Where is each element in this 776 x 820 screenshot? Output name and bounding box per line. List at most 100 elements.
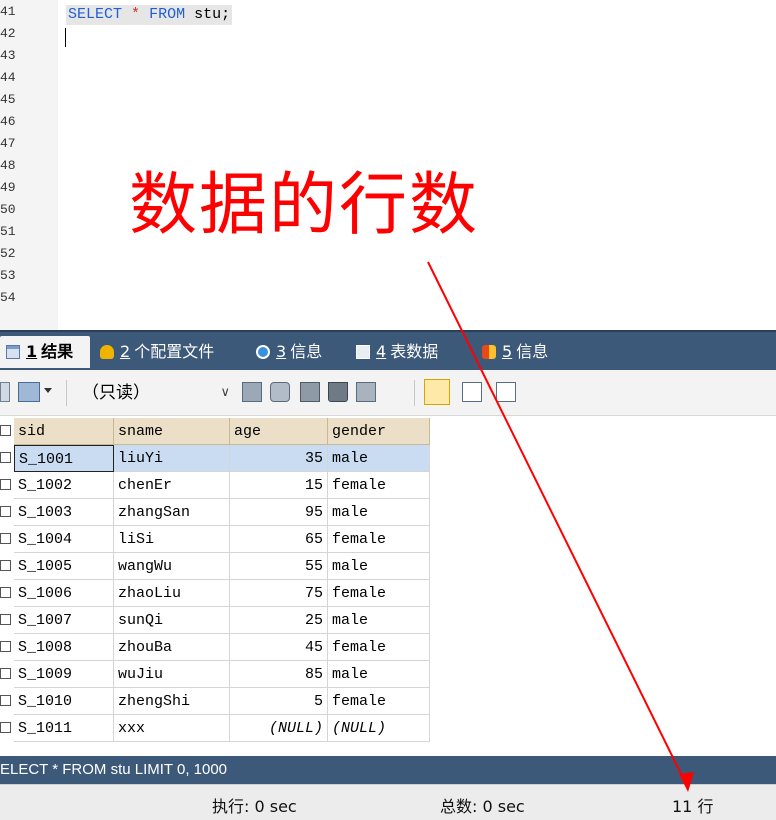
table-cell-sid[interactable]: S_1005 bbox=[14, 553, 114, 580]
table-cell-sname[interactable]: zhouBa bbox=[114, 634, 230, 661]
table-cell-age[interactable]: 55 bbox=[230, 553, 328, 580]
table-cell-age[interactable]: 5 bbox=[230, 688, 328, 715]
column-header[interactable]: age bbox=[230, 418, 328, 445]
save-icon[interactable] bbox=[300, 382, 320, 402]
table-cell-gender[interactable]: male bbox=[328, 607, 430, 634]
table-cell-gender[interactable]: female bbox=[328, 580, 430, 607]
tab-info-2[interactable]: 5 信息 bbox=[476, 336, 556, 368]
row-checkbox[interactable] bbox=[0, 560, 11, 571]
table-cell-sname[interactable]: liuYi bbox=[114, 445, 230, 472]
sql-table-name: stu; bbox=[194, 6, 231, 23]
table-cell-sid[interactable]: S_1011 bbox=[14, 715, 114, 742]
toolbar-divider bbox=[66, 380, 67, 406]
export-icon[interactable] bbox=[18, 382, 40, 402]
status-bar: 执行: 0 sec 总数: 0 sec 11 行 bbox=[0, 784, 776, 820]
table-cell-gender[interactable]: female bbox=[328, 472, 430, 499]
duplicate-row-icon[interactable] bbox=[270, 382, 290, 402]
cancel-icon[interactable] bbox=[356, 382, 376, 402]
table-cell-sname[interactable]: chenEr bbox=[114, 472, 230, 499]
grid-result-icon bbox=[6, 345, 20, 359]
row-checkbox[interactable] bbox=[0, 479, 11, 490]
line-number: 41 bbox=[0, 4, 16, 19]
row-checkbox[interactable] bbox=[0, 533, 11, 544]
export-dropdown-icon[interactable] bbox=[44, 388, 52, 393]
select-all-checkbox[interactable] bbox=[0, 425, 11, 436]
table-cell-age[interactable]: 15 bbox=[230, 472, 328, 499]
table-cell-gender[interactable]: female bbox=[328, 688, 430, 715]
sql-keyword-select: SELECT bbox=[68, 6, 123, 23]
insert-row-icon[interactable] bbox=[242, 382, 262, 402]
sql-code-line[interactable]: SELECT * FROM stu; bbox=[66, 5, 233, 25]
line-number: 48 bbox=[0, 158, 16, 173]
table-cell-sid[interactable]: S_1004 bbox=[14, 526, 114, 553]
result-tab-bar: 1 结果 2 个配置文件 3 信息 4 表数据 5 信息 bbox=[0, 330, 776, 370]
delete-icon[interactable] bbox=[328, 382, 348, 402]
exec-time: 执行: 0 sec bbox=[212, 797, 297, 816]
table-cell-sname[interactable]: zhangSan bbox=[114, 499, 230, 526]
table-cell-sid[interactable]: S_1006 bbox=[14, 580, 114, 607]
table-cell-age[interactable]: 85 bbox=[230, 661, 328, 688]
table-cell-age[interactable]: 45 bbox=[230, 634, 328, 661]
table-data-icon bbox=[356, 345, 370, 359]
table-cell-gender[interactable]: male bbox=[328, 661, 430, 688]
total-time: 总数: 0 sec bbox=[440, 797, 525, 816]
table-cell-gender[interactable]: male bbox=[328, 499, 430, 526]
table-cell-age[interactable]: 35 bbox=[230, 445, 328, 472]
table-cell-sid[interactable]: S_1003 bbox=[14, 499, 114, 526]
table-cell-sname[interactable]: zhengShi bbox=[114, 688, 230, 715]
row-checkbox[interactable] bbox=[0, 695, 11, 706]
table-cell-gender[interactable]: female bbox=[328, 526, 430, 553]
line-number-gutter: 41 42 43 44 45 46 47 48 49 50 51 52 53 5… bbox=[0, 0, 58, 330]
table-cell-sid[interactable]: S_1009 bbox=[14, 661, 114, 688]
table-cell-sname[interactable]: xxx bbox=[114, 715, 230, 742]
table-cell-sid[interactable]: S_1008 bbox=[14, 634, 114, 661]
row-checkbox[interactable] bbox=[0, 722, 11, 733]
tab-table-data[interactable]: 4 表数据 bbox=[350, 336, 446, 368]
tab-profile[interactable]: 2 个配置文件 bbox=[94, 336, 222, 368]
info-color-icon bbox=[482, 345, 496, 359]
text-mode-icon[interactable] bbox=[496, 382, 516, 402]
sql-editor[interactable]: 41 42 43 44 45 46 47 48 49 50 51 52 53 5… bbox=[0, 0, 776, 330]
column-header[interactable]: gender bbox=[328, 418, 430, 445]
table-cell-gender[interactable]: (NULL) bbox=[328, 715, 430, 742]
table-cell-sid[interactable]: S_1002 bbox=[14, 472, 114, 499]
row-checkbox[interactable] bbox=[0, 614, 11, 625]
column-header[interactable]: sid bbox=[14, 418, 114, 445]
result-toolbar: （只读） ∨ bbox=[0, 370, 776, 416]
table-cell-gender[interactable]: male bbox=[328, 445, 430, 472]
table-cell-sname[interactable]: zhaoLiu bbox=[114, 580, 230, 607]
row-checkbox[interactable] bbox=[0, 668, 11, 679]
table-cell-age[interactable]: (NULL) bbox=[230, 715, 328, 742]
table-cell-sname[interactable]: wuJiu bbox=[114, 661, 230, 688]
table-cell-age[interactable]: 65 bbox=[230, 526, 328, 553]
result-grid: sid sname age gender S_1001 liuYi 35 male S_… bbox=[0, 416, 776, 756]
table-cell-age[interactable]: 95 bbox=[230, 499, 328, 526]
table-cell-gender[interactable]: female bbox=[328, 634, 430, 661]
profile-icon bbox=[100, 345, 114, 359]
table-cell-sid[interactable]: S_1007 bbox=[14, 607, 114, 634]
line-number: 45 bbox=[0, 92, 16, 107]
table-cell-sname[interactable]: liSi bbox=[114, 526, 230, 553]
table-cell-sid[interactable]: S_1010 bbox=[14, 688, 114, 715]
row-checkbox[interactable] bbox=[0, 452, 11, 463]
row-checkbox[interactable] bbox=[0, 641, 11, 652]
tab-info[interactable]: 3 信息 bbox=[250, 336, 330, 368]
row-checkbox[interactable] bbox=[0, 506, 11, 517]
table-cell-sname[interactable]: sunQi bbox=[114, 607, 230, 634]
table-cell-sname[interactable]: wangWu bbox=[114, 553, 230, 580]
table-cell-gender[interactable]: male bbox=[328, 553, 430, 580]
table-cell-age[interactable]: 25 bbox=[230, 607, 328, 634]
line-number: 52 bbox=[0, 246, 16, 261]
row-checkbox[interactable] bbox=[0, 587, 11, 598]
form-mode-icon[interactable] bbox=[462, 382, 482, 402]
chevron-down-icon: ∨ bbox=[220, 385, 230, 400]
executed-sql-bar: ELECT * FROM stu LIMIT 0, 1000 bbox=[0, 756, 776, 784]
table-cell-age[interactable]: 75 bbox=[230, 580, 328, 607]
grid-mode-icon[interactable] bbox=[424, 379, 450, 405]
column-header[interactable]: sname bbox=[114, 418, 230, 445]
tab-result[interactable]: 1 结果 bbox=[0, 336, 90, 368]
line-number: 43 bbox=[0, 48, 16, 63]
table-cell-sid[interactable]: S_1001 bbox=[14, 445, 114, 472]
grid-view-icon[interactable] bbox=[0, 382, 10, 402]
read-only-select[interactable]: （只读） ∨ bbox=[82, 380, 232, 406]
